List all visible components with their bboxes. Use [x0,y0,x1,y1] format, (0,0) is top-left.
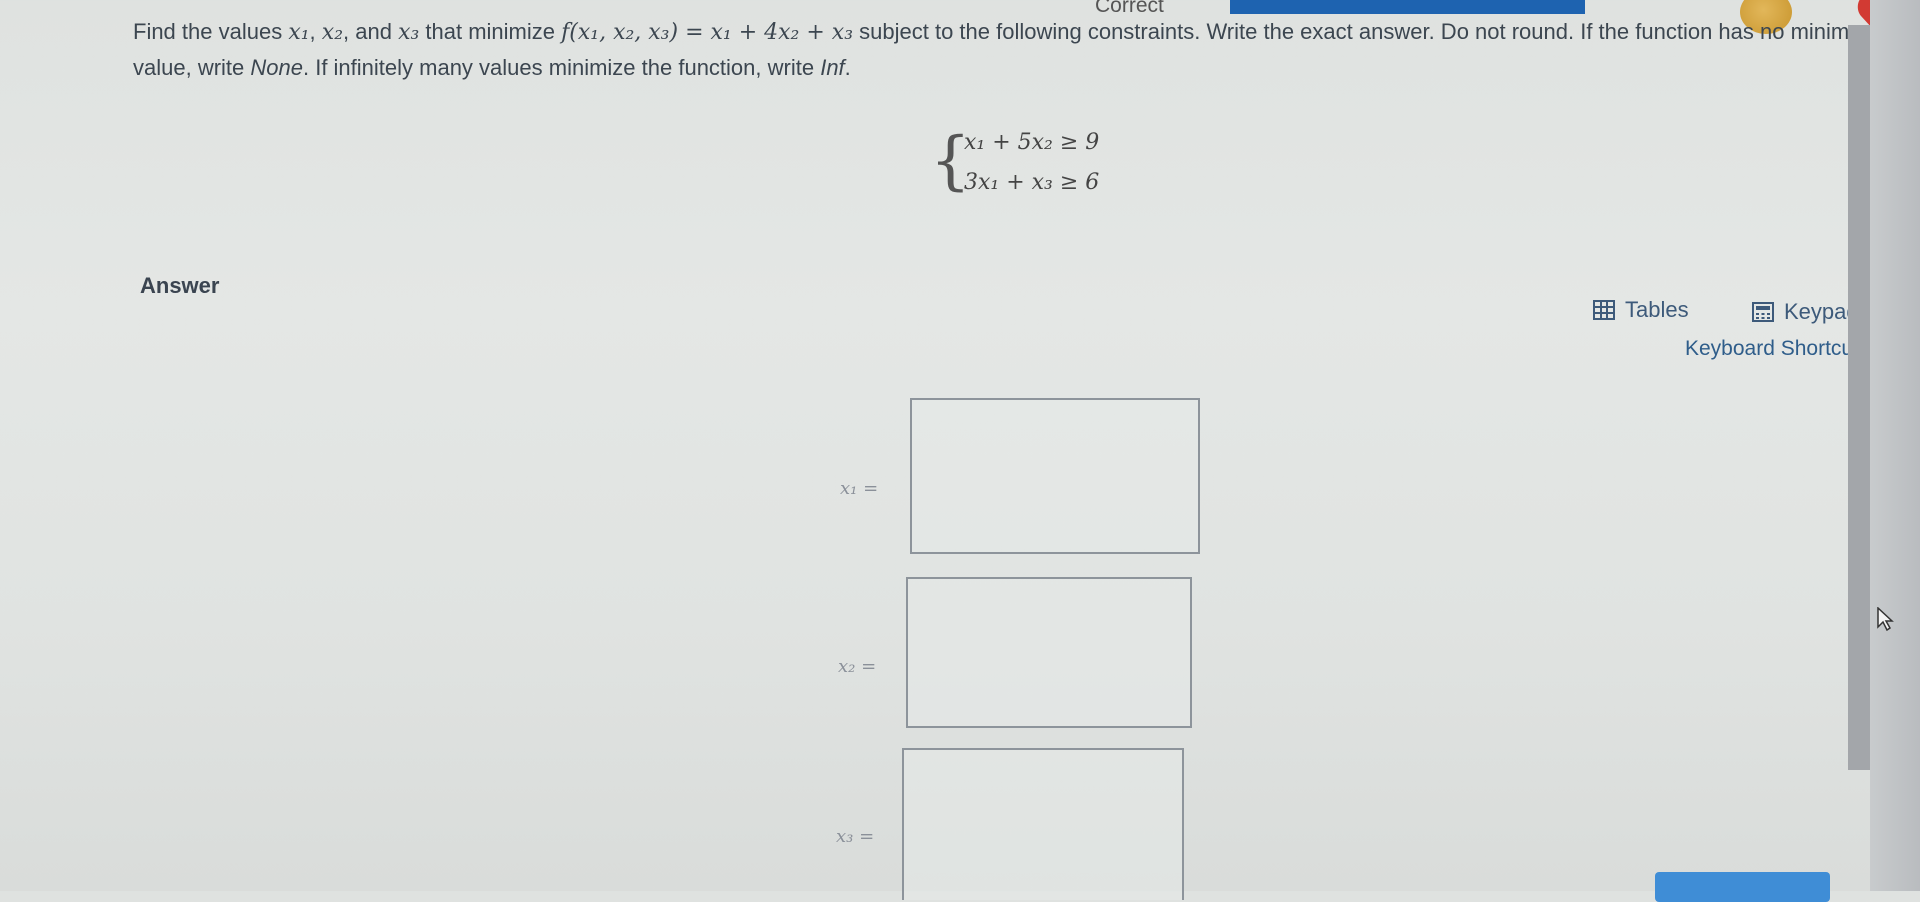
question-part: . If infinitely many values minimize the… [302,55,821,80]
inf-keyword: Inf [820,55,845,80]
question-part: . [844,55,851,80]
tables-button[interactable]: Tables [1593,290,1689,330]
scrollbar[interactable] [1848,25,1870,770]
x3-label: x₃ = [836,826,875,847]
question-part: that minimize [419,19,562,44]
cursor-icon [1877,607,1894,631]
question-text: Find the values x₁, x₂, and x₃ that mini… [133,14,1893,85]
keypad-button[interactable]: Keypad [1752,292,1859,332]
tables-label: Tables [1625,297,1689,322]
x2-input[interactable] [906,577,1192,728]
progress-bar [1230,0,1585,14]
answer-label: Answer [140,273,220,298]
constraint-1: x₁ + 5x₂ ≥ 9 [964,130,1100,155]
none-keyword: None [250,55,303,80]
x2-label: x₂ = [838,656,877,677]
x3-input[interactable] [902,748,1184,900]
question-part: , and [343,19,399,44]
constraint-2: 3x₁ + x₃ ≥ 6 [964,170,1100,195]
keyboard-shortcuts-link[interactable]: Keyboard Shortcuts [1685,337,1869,361]
x1-input[interactable] [910,398,1200,554]
var-x2: x₂ [321,20,344,45]
submit-button[interactable] [1655,872,1830,902]
x1-label: x₁ = [840,478,879,499]
var-x3: x₃ [398,20,420,45]
side-shade [1870,0,1920,891]
var-x1: x₁ [288,20,310,45]
table-icon [1593,300,1615,320]
question-part: Find the values [133,19,289,44]
objective-function: f(x₁, x₂, x₃) = x₁ + 4x₂ + x₃ [561,20,854,45]
question-part: , [309,19,322,44]
keypad-icon [1752,302,1774,322]
